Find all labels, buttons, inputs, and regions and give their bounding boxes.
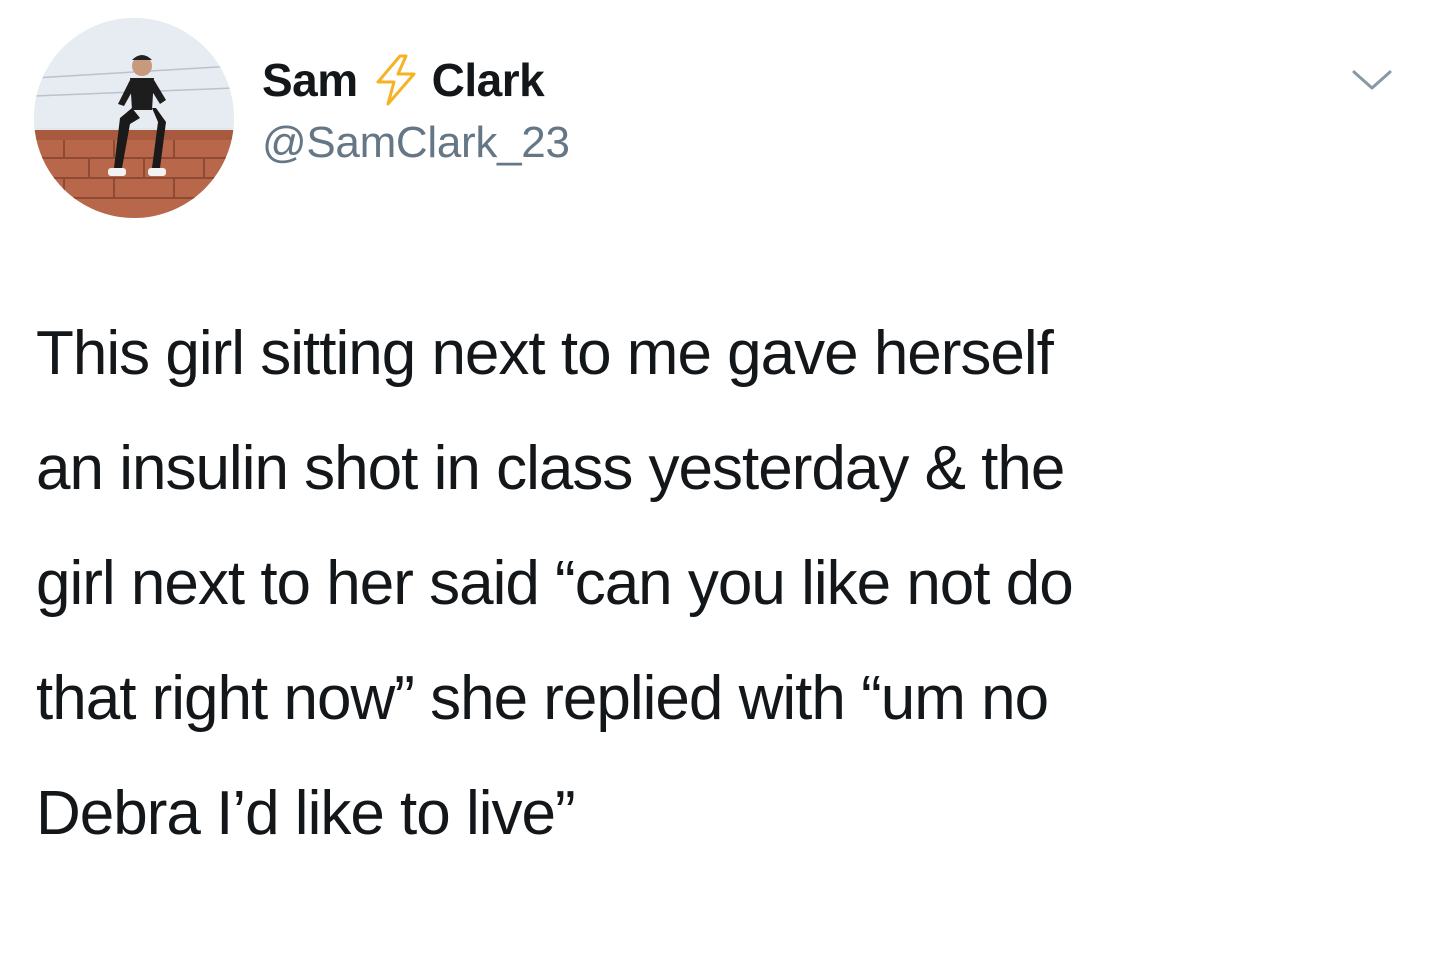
tweet-text: This girl sitting next to me gave hersel… — [36, 296, 1396, 871]
avatar[interactable] — [34, 18, 234, 218]
author-name[interactable]: Sam Clark — [262, 52, 545, 108]
tweet-text-line: an insulin shot in class yesterday & the — [36, 434, 1065, 503]
author-handle[interactable]: @SamClark_23 — [262, 118, 570, 168]
author-first-name: Sam — [262, 54, 358, 106]
tweet-card: Sam Clark @SamClark_23 This girl sitting… — [0, 0, 1440, 956]
author-last-name: Clark — [431, 54, 545, 106]
tweet-text-line: This girl sitting next to me gave hersel… — [36, 319, 1054, 388]
avatar-photo — [34, 18, 234, 218]
tweet-text-line: Debra I’d like to live” — [36, 779, 576, 848]
chevron-down-icon[interactable] — [1350, 64, 1394, 96]
lightning-bolt-icon — [366, 52, 426, 108]
tweet-text-line: girl next to her said “can you like not … — [36, 549, 1074, 618]
tweet-text-line: that right now” she replied with “um no — [36, 664, 1049, 733]
